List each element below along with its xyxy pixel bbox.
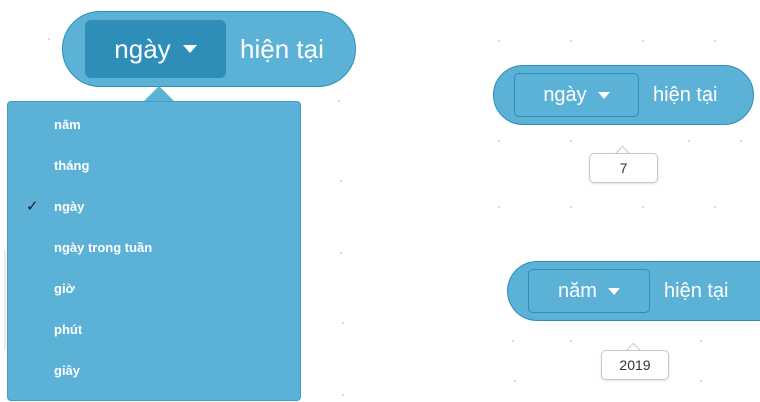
grid-dot	[740, 140, 742, 142]
grid-dot	[340, 252, 342, 254]
grid-dot	[642, 206, 644, 208]
date-unit-menu: năm tháng ✓ ngày ngày trong tuần giờ phú…	[7, 101, 301, 401]
menu-item-label: tháng	[54, 158, 90, 173]
workspace-edge	[4, 250, 6, 350]
menu-item-month[interactable]: tháng	[8, 145, 300, 186]
current-date-block[interactable]: ngày hiện tại	[62, 11, 356, 87]
grid-dot	[570, 206, 572, 208]
grid-dot	[342, 322, 344, 324]
menu-item-second[interactable]: giây	[8, 350, 300, 391]
grid-dot	[48, 38, 50, 40]
grid-dot	[642, 40, 644, 42]
grid-dot	[570, 340, 572, 342]
grid-dot	[700, 340, 702, 342]
grid-dot	[512, 340, 514, 342]
grid-dot	[498, 140, 500, 142]
menu-item-label: năm	[54, 117, 81, 132]
result-bubble-day: 7	[589, 153, 658, 183]
caret-down-icon	[597, 91, 610, 99]
grid-dot	[514, 380, 516, 382]
menu-item-hour[interactable]: giờ	[8, 268, 300, 309]
block-label: hiện tại	[664, 279, 729, 302]
grid-dot	[570, 140, 572, 142]
grid-dot	[340, 180, 342, 182]
grid-dot	[714, 206, 716, 208]
menu-item-year[interactable]: năm	[8, 104, 300, 145]
grid-dot	[498, 40, 500, 42]
grid-dot	[700, 380, 702, 382]
block-label: hiện tại	[240, 33, 324, 64]
dropdown-value: ngày	[114, 33, 171, 64]
result-bubble-year: 2019	[601, 350, 669, 380]
grid-dot	[714, 40, 716, 42]
grid-dot	[570, 40, 572, 42]
menu-item-day[interactable]: ✓ ngày	[8, 186, 300, 227]
menu-pointer	[144, 86, 174, 101]
menu-item-label: phút	[54, 322, 83, 337]
menu-item-minute[interactable]: phút	[8, 309, 300, 350]
grid-dot	[342, 394, 344, 396]
menu-item-label: giờ	[54, 281, 75, 296]
menu-item-label: ngày	[54, 199, 85, 214]
menu-item-label: ngày trong tuần	[54, 240, 153, 255]
menu-item-day-of-week[interactable]: ngày trong tuần	[8, 227, 300, 268]
block-label: hiện tại	[653, 83, 718, 106]
menu-item-label: giây	[54, 363, 81, 378]
grid-dot	[498, 206, 500, 208]
grid-dot	[338, 100, 340, 102]
caret-down-icon	[182, 45, 197, 53]
dropdown-value: năm	[558, 279, 597, 302]
check-icon: ✓	[26, 198, 39, 215]
date-unit-dropdown[interactable]: năm	[528, 269, 650, 313]
date-unit-dropdown[interactable]: ngày	[514, 73, 639, 117]
grid-dot	[688, 140, 690, 142]
dropdown-value: ngày	[543, 83, 587, 106]
current-day-block[interactable]: ngày hiện tại	[493, 65, 754, 125]
current-year-block[interactable]: năm hiện tại	[507, 261, 760, 321]
caret-down-icon	[607, 287, 620, 295]
date-unit-dropdown[interactable]: ngày	[85, 20, 226, 78]
